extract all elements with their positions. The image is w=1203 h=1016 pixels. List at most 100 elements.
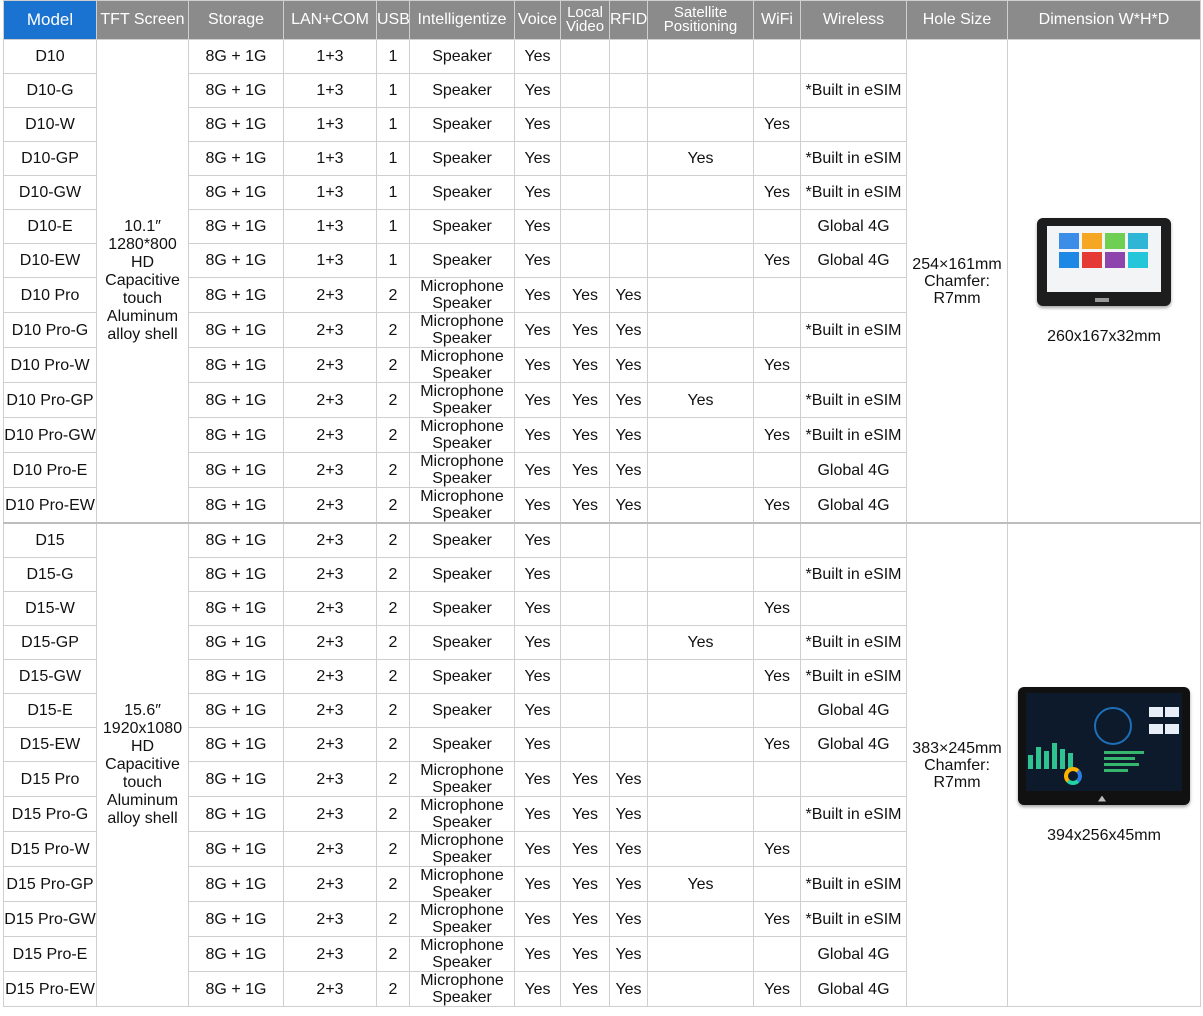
screen-spec-line: touch (122, 774, 163, 791)
cell-lan-com: 2+3 (283, 382, 377, 418)
intelligentize-item: Speaker (432, 184, 492, 201)
cell-usb: 2 (376, 659, 410, 694)
cell-voice: Yes (514, 347, 561, 383)
cell-wireless: *Built in eSIM (800, 901, 907, 937)
intelligentize-item: Microphone (420, 762, 504, 780)
cell-local-video (560, 209, 610, 244)
cell-voice: Yes (514, 727, 561, 762)
cell-tft-screen: 10.1″ 1280*800 HD Capacitive touch Aluminum al… (96, 39, 189, 524)
cell-usb: 2 (376, 382, 410, 418)
intelligentize-item: Microphone (420, 383, 504, 401)
cell-wifi: Yes (753, 417, 801, 453)
screen-spec-line: Capacitive (105, 756, 180, 773)
cell-model: D15 (3, 522, 97, 558)
cell-rfid (609, 243, 648, 278)
cell-wireless: Global 4G (800, 936, 907, 972)
cell-wireless: *Built in eSIM (800, 312, 907, 348)
dimension-value: 260x167x32mm (1047, 327, 1161, 345)
cell-model: D10 Pro-W (3, 347, 97, 383)
intelligentize-item: Speaker (432, 295, 492, 312)
cell-intelligentize: Speaker (409, 591, 515, 626)
cell-storage: 8G + 1G (188, 971, 284, 1007)
table-row: D15 15.6″ 1920x1080 HD Capacitive touch Alumin… (3, 522, 1201, 1007)
cell-wifi (753, 557, 801, 592)
cell-usb: 2 (376, 417, 410, 453)
cell-rfid: Yes (609, 971, 648, 1007)
cell-satellite-positioning (647, 901, 754, 937)
cell-voice: Yes (514, 73, 561, 108)
cell-voice: Yes (514, 277, 561, 313)
cell-rfid: Yes (609, 312, 648, 348)
cell-storage: 8G + 1G (188, 277, 284, 313)
intelligentize-item: Microphone (420, 418, 504, 436)
cell-intelligentize: Speaker (409, 727, 515, 762)
header-usb: USB (376, 0, 410, 40)
cell-wireless: *Built in eSIM (800, 796, 907, 832)
screen-spec-line: Aluminum (106, 792, 179, 809)
cell-wifi: Yes (753, 487, 801, 524)
cell-usb: 2 (376, 557, 410, 592)
header-model: Model (3, 0, 97, 40)
intelligentize-item: Microphone (420, 937, 504, 955)
dimension-value: 394x256x45mm (1047, 826, 1161, 844)
cell-storage: 8G + 1G (188, 73, 284, 108)
cell-local-video (560, 591, 610, 626)
cell-storage: 8G + 1G (188, 39, 284, 74)
cell-model: D10-GW (3, 175, 97, 210)
screen-spec-line: 10.1″ (124, 218, 161, 235)
cell-storage: 8G + 1G (188, 866, 284, 902)
cell-satellite-positioning: Yes (647, 866, 754, 902)
cell-intelligentize: Microphone Speaker (409, 347, 515, 383)
cell-local-video: Yes (560, 382, 610, 418)
header-rfid: RFID (609, 0, 648, 40)
cell-wireless (800, 277, 907, 313)
cell-satellite-positioning (647, 347, 754, 383)
cell-local-video: Yes (560, 796, 610, 832)
intelligentize-item: Microphone (420, 797, 504, 815)
cell-wireless (800, 831, 907, 867)
cell-intelligentize: Microphone Speaker (409, 417, 515, 453)
cell-model: D15 Pro-GP (3, 866, 97, 902)
cell-usb: 2 (376, 452, 410, 488)
cell-model: D10-GP (3, 141, 97, 176)
cell-usb: 2 (376, 522, 410, 558)
cell-satellite-positioning (647, 936, 754, 972)
cell-rfid: Yes (609, 901, 648, 937)
cell-model: D15-E (3, 693, 97, 728)
cell-storage: 8G + 1G (188, 107, 284, 142)
cell-lan-com: 1+3 (283, 107, 377, 142)
cell-wifi (753, 209, 801, 244)
cell-storage: 8G + 1G (188, 625, 284, 660)
cell-rfid: Yes (609, 277, 648, 313)
cell-intelligentize: Microphone Speaker (409, 971, 515, 1007)
cell-intelligentize: Speaker (409, 141, 515, 176)
intelligentize-item: Speaker (432, 668, 492, 685)
cell-satellite-positioning (647, 243, 754, 278)
screen-spec-line: HD (130, 738, 155, 755)
cell-storage: 8G + 1G (188, 312, 284, 348)
cell-lan-com: 2+3 (283, 693, 377, 728)
cell-satellite-positioning (647, 971, 754, 1007)
cell-storage: 8G + 1G (188, 831, 284, 867)
intelligentize-item: Microphone (420, 348, 504, 366)
cell-storage: 8G + 1G (188, 452, 284, 488)
hole-size-line: R7mm (933, 773, 981, 791)
cell-satellite-positioning (647, 727, 754, 762)
cell-lan-com: 2+3 (283, 901, 377, 937)
cell-intelligentize: Speaker (409, 39, 515, 74)
cell-wireless: *Built in eSIM (800, 557, 907, 592)
cell-wifi (753, 277, 801, 313)
intelligentize-item: Microphone (420, 488, 504, 505)
cell-wireless: Global 4G (800, 727, 907, 762)
intelligentize-item: Speaker (432, 82, 492, 99)
header-storage: Storage (188, 0, 284, 40)
cell-intelligentize: Microphone Speaker (409, 901, 515, 937)
cell-model: D15 Pro (3, 761, 97, 797)
cell-model: D10 Pro-EW (3, 487, 97, 524)
cell-wireless: *Built in eSIM (800, 382, 907, 418)
cell-voice: Yes (514, 971, 561, 1007)
cell-model: D10 Pro-E (3, 452, 97, 488)
cell-rfid: Yes (609, 487, 648, 524)
screen-spec-line: Aluminum (106, 308, 179, 325)
intelligentize-item: Speaker (432, 634, 492, 651)
